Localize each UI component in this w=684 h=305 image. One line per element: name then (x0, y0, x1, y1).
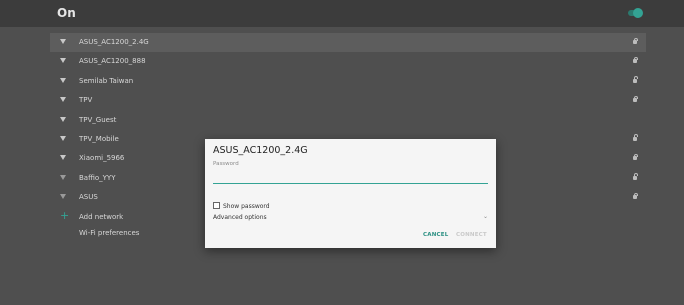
show-password-checkbox-row[interactable]: Show password (213, 202, 270, 210)
password-label: Password (213, 161, 239, 167)
show-password-label: Show password (223, 203, 270, 210)
wifi-status-label: On (57, 6, 76, 20)
network-name: ASUS_AC1200_2.4G (79, 38, 149, 46)
lock-icon (633, 56, 638, 64)
network-name: ASUS_AC1200_888 (79, 57, 146, 66)
password-input[interactable] (213, 174, 488, 184)
wifi-signal-icon (60, 135, 66, 141)
wifi-signal-icon (60, 77, 66, 83)
add-network-label: Add network (79, 212, 124, 221)
wifi-preferences-item[interactable]: Wi-Fi preferences (79, 229, 139, 237)
chevron-down-icon[interactable]: ⌄ (483, 213, 488, 220)
lock-icon (633, 76, 638, 83)
lock-icon (633, 95, 638, 103)
connect-button[interactable]: CONNECT (456, 232, 487, 238)
network-item-tpv-guest[interactable]: TPV_Guest (50, 111, 646, 130)
wifi-signal-icon (60, 97, 66, 103)
network-item-asus-ac1200-24g[interactable]: ASUS_AC1200_2.4G (50, 33, 646, 53)
wifi-signal-icon (60, 58, 66, 64)
network-name: TPV_Guest (79, 115, 117, 124)
wifi-signal-icon (60, 39, 66, 44)
lock-icon (633, 192, 638, 200)
wifi-header: On (0, 0, 684, 27)
lock-icon (633, 173, 638, 180)
network-name: TPV (79, 96, 93, 105)
network-name: ASUS (79, 193, 98, 202)
wifi-password-dialog: ASUS_AC1200_2.4G Password Show password … (205, 139, 496, 248)
wifi-signal-icon (60, 194, 66, 200)
lock-icon (633, 153, 638, 161)
network-item-tpv[interactable]: TPV (50, 91, 646, 110)
plus-icon: + (60, 208, 70, 222)
wifi-signal-icon (60, 116, 66, 122)
network-name: Baffio_YYY (79, 173, 116, 182)
network-name: TPV_Mobile (79, 134, 119, 143)
wifi-signal-icon (60, 155, 66, 161)
cancel-button[interactable]: CANCEL (423, 232, 448, 238)
lock-icon (633, 134, 638, 141)
network-item-semilab-taiwan[interactable]: Semilab Taiwan (50, 72, 646, 91)
wifi-toggle[interactable] (633, 8, 643, 18)
network-item-asus-ac1200-888[interactable]: ASUS_AC1200_888 (50, 52, 646, 71)
dialog-title: ASUS_AC1200_2.4G (213, 145, 308, 156)
lock-icon (633, 37, 638, 44)
advanced-options-label[interactable]: Advanced options (213, 214, 267, 221)
wifi-signal-icon (60, 174, 66, 180)
network-name: Semilab Taiwan (79, 76, 134, 85)
show-password-checkbox[interactable] (213, 202, 220, 209)
network-name: Xiaomi_5966 (79, 154, 125, 163)
